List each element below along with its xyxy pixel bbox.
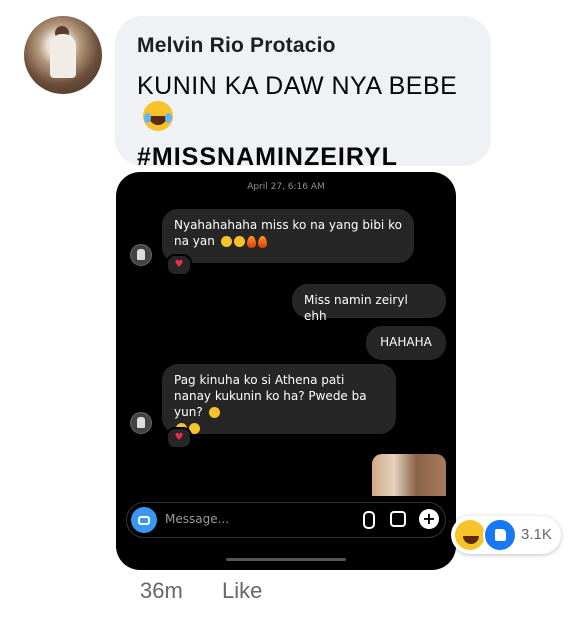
- laughing-tears-emoji-icon: [143, 101, 173, 132]
- fire-icon: [257, 235, 267, 248]
- reaction-count: 3.1K: [521, 526, 552, 543]
- microphone-icon: [363, 511, 375, 529]
- comment-line-1: KUNIN KA DAW NYA BEBE: [137, 72, 469, 132]
- avatar-figure: [50, 34, 76, 78]
- comment-timestamp[interactable]: 36m: [140, 578, 183, 604]
- heart-reaction-icon: ♥: [166, 427, 192, 449]
- like-reaction-icon: [483, 518, 517, 552]
- comment-hashtag[interactable]: #MISSNAMINZEIRYL: [137, 143, 469, 172]
- chat-message: Pag kinuha ko si Athena pati nanay kukun…: [162, 364, 396, 434]
- chat-date: April 27, 6:16 AM: [247, 182, 325, 192]
- message-composer: Message... +: [126, 502, 446, 538]
- gallery-icon: [390, 511, 406, 527]
- fire-icon: [246, 235, 256, 248]
- chat-avatar: [130, 412, 152, 434]
- comment-author[interactable]: Melvin Rio Protacio: [137, 34, 469, 58]
- message-text: Pag kinuha ko si Athena pati nanay kukun…: [174, 373, 367, 419]
- reactions-summary[interactable]: 3.1K: [451, 516, 561, 554]
- chat-message: Nyahahahaha miss ko na yang bibi ko na y…: [162, 209, 414, 263]
- smirk-emoji-icon: [220, 236, 232, 247]
- message-placeholder: Message...: [165, 512, 230, 526]
- chat-screenshot-image[interactable]: April 27, 6:16 AM Nyahahahaha miss ko na…: [116, 172, 456, 570]
- heart-reaction-icon: ♥: [166, 254, 192, 276]
- chat-message: HAHAHA: [366, 326, 446, 360]
- comment-bubble: Melvin Rio Protacio KUNIN KA DAW NYA BEB…: [115, 16, 491, 171]
- haha-reaction-icon: [453, 518, 487, 552]
- home-indicator: [226, 558, 346, 561]
- plus-icon: +: [419, 509, 439, 529]
- message-text: Nyahahahaha miss ko na yang bibi ko na y…: [174, 218, 402, 248]
- commenter-avatar[interactable]: [24, 16, 102, 94]
- like-button[interactable]: Like: [222, 578, 262, 604]
- shared-photo: [372, 454, 446, 496]
- chat-avatar: [130, 244, 152, 266]
- laughing-emoji-icon: [208, 407, 220, 418]
- comment-text-1: KUNIN KA DAW NYA BEBE: [137, 72, 458, 100]
- camera-icon: [131, 507, 157, 533]
- pleading-emoji-icon: [233, 236, 245, 247]
- chat-message: Miss namin zeiryl ehh: [292, 284, 446, 323]
